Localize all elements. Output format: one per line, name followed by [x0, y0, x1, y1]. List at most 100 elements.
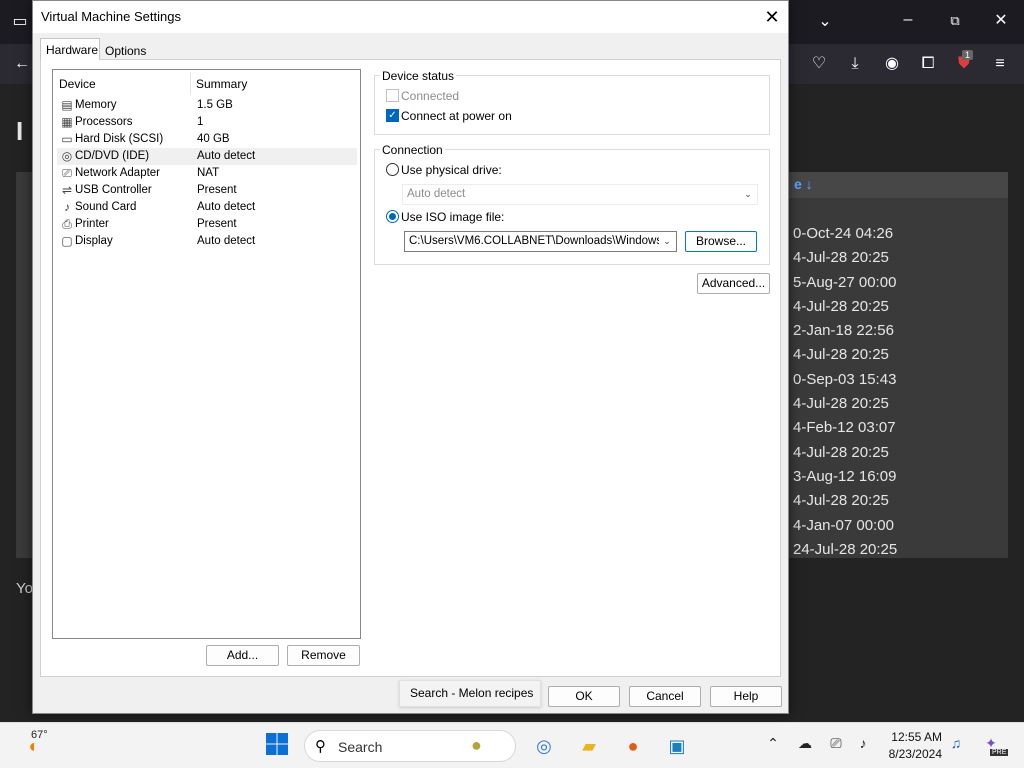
pocket-icon[interactable]: ♡ [808, 54, 830, 74]
device-name: Network Adapter [75, 167, 161, 179]
device-summary: NAT [197, 167, 220, 179]
device-name: Display [75, 235, 113, 247]
device-row[interactable]: ▦ Processors 1 [57, 114, 357, 131]
vm-settings-dialog: Virtual Machine Settings ✕ Hardware Opti… [32, 0, 789, 714]
extensions-icon[interactable]: ⧠ [917, 54, 939, 74]
usb-icon: ⇌ [61, 183, 73, 197]
table-row-date: 0-Oct-24 04:26 [793, 225, 894, 242]
file-table-header[interactable] [789, 172, 1008, 198]
device-name: USB Controller [75, 184, 152, 196]
remove-device-button[interactable]: Remove [287, 645, 360, 666]
physical-drive-value: Auto detect [407, 188, 466, 200]
sort-column-header[interactable]: e ↓ [794, 176, 813, 192]
table-row-date: 5-Aug-27 00:00 [793, 273, 897, 291]
notification-bell-icon[interactable]: ♫ [946, 735, 966, 751]
device-row[interactable]: ⎙ Printer Present [57, 216, 357, 233]
table-row-date: 4-Jul-28 20:25 [793, 492, 889, 510]
search-icon: ⚲ [315, 738, 326, 755]
table-row-date: 4-Jul-28 20:25 [793, 249, 889, 267]
file-explorer-icon[interactable]: ▰ [575, 732, 603, 760]
device-summary: 1.5 GB [197, 99, 233, 111]
device-list[interactable]: Device Summary ▤ Memory 1.5 GB ▦ Processors 1… [52, 69, 361, 639]
column-header-summary[interactable]: Summary [196, 77, 247, 91]
minimize-icon[interactable]: – [897, 10, 919, 30]
search-placeholder: Search [338, 739, 383, 755]
onedrive-icon[interactable]: ☁ [795, 735, 815, 752]
weather-temperature: 67° [31, 729, 48, 741]
iso-path-combobox[interactable]: C:\Users\VM6.COLLABNET\Downloads\Windows… [404, 231, 677, 252]
device-row[interactable]: ▭ Hard Disk (SCSI) 40 GB [57, 131, 357, 148]
table-row-date: 4-Jan-07 00:00 [793, 516, 894, 534]
device-name: Memory [75, 99, 117, 111]
device-summary: 40 GB [197, 133, 230, 145]
dialog-titlebar: Virtual Machine Settings ✕ [33, 1, 788, 33]
processor-icon: ▦ [61, 115, 73, 129]
firefox-icon[interactable]: ● [619, 732, 647, 760]
clock-date[interactable]: 8/23/2024 [884, 747, 942, 761]
connect-at-power-on-checkbox[interactable]: ✓ [386, 109, 399, 122]
show-hidden-icons-icon[interactable]: ⌃ [763, 735, 783, 752]
advanced-button[interactable]: Advanced... [697, 273, 770, 294]
table-row-date: 2-Jan-18 22:56 [793, 322, 894, 340]
device-row[interactable]: ♪ Sound Card Auto detect [57, 199, 357, 216]
physical-drive-select[interactable]: Auto detect ⌄ [402, 184, 758, 205]
device-name: Printer [75, 218, 109, 230]
downloads-icon[interactable]: ⤓ [844, 54, 866, 74]
device-name: CD/DVD (IDE) [75, 150, 150, 162]
volume-icon[interactable]: ♪ [853, 735, 873, 751]
device-summary: Present [197, 184, 237, 196]
page-heading-fragment: I [16, 116, 24, 146]
device-row[interactable]: ⎚ Network Adapter NAT [57, 165, 357, 182]
tab-options[interactable]: Options [101, 41, 150, 61]
column-divider[interactable] [190, 72, 191, 94]
back-icon[interactable]: ← [11, 54, 33, 74]
device-row[interactable]: ▤ Memory 1.5 GB [57, 97, 357, 114]
help-button[interactable]: Help [710, 686, 782, 707]
device-summary: 1 [197, 116, 204, 128]
chevron-down-icon[interactable]: ⌄ [661, 232, 673, 251]
chrome-icon[interactable]: ◎ [530, 732, 558, 760]
use-physical-drive-label: Use physical drive: [401, 163, 502, 177]
clock-time[interactable]: 12:55 AM [890, 730, 942, 744]
cd-dvd-icon: ◎ [61, 149, 73, 163]
table-row-date: 0-Sep-03 15:43 [793, 370, 897, 388]
dialog-title: Virtual Machine Settings [41, 9, 181, 24]
printer-icon: ⎙ [62, 217, 72, 231]
extension-badge: 1 [962, 50, 974, 60]
close-browser-icon[interactable]: ✕ [990, 11, 1012, 31]
table-row-date: 4-Jul-28 20:25 [793, 297, 889, 315]
start-icon[interactable] [263, 732, 291, 760]
vmware-icon[interactable]: ▣ [663, 732, 691, 760]
network-icon[interactable]: ⎚ [826, 735, 846, 752]
device-row[interactable]: ⇌ USB Controller Present [57, 182, 357, 199]
network-adapter-icon: ⎚ [62, 166, 72, 180]
tab-overview-icon[interactable]: ▭ [9, 12, 31, 32]
use-physical-drive-radio[interactable] [386, 163, 399, 176]
add-device-button[interactable]: Add... [206, 645, 279, 666]
device-name: Sound Card [75, 201, 137, 213]
date-column: 0-Oct-24 04:26 4-Jul-28 20:25 5-Aug-27 00:… [789, 222, 1008, 562]
ok-button[interactable]: OK [548, 686, 620, 707]
cancel-button[interactable]: Cancel [629, 686, 701, 707]
table-row-date: 24-Jul-28 20:25 [793, 540, 898, 558]
device-summary: Auto detect [197, 235, 256, 247]
account-icon[interactable]: ◉ [881, 54, 903, 74]
display-icon: ▢ [61, 234, 73, 248]
column-header-device[interactable]: Device [59, 77, 96, 91]
restore-icon[interactable]: ⧉ [944, 11, 966, 31]
list-all-tabs-icon[interactable]: ⌄ [814, 12, 836, 32]
table-row-date: 4-Feb-12 03:07 [793, 419, 896, 437]
connected-checkbox[interactable] [386, 89, 399, 102]
device-row[interactable]: ◎ CD/DVD (IDE) Auto detect [57, 148, 357, 165]
use-iso-image-radio[interactable] [386, 210, 399, 223]
chevron-down-icon: ⌄ [742, 185, 754, 204]
tab-hardware[interactable]: Hardware [40, 38, 100, 60]
device-status-label: Device status [380, 69, 457, 83]
taskbar-search-box[interactable]: ⚲ Search ● [304, 730, 516, 762]
browse-button[interactable]: Browse... [685, 231, 757, 252]
close-icon[interactable]: ✕ [756, 1, 788, 33]
connected-label: Connected [401, 89, 460, 103]
device-row[interactable]: ▢ Display Auto detect [57, 233, 357, 250]
menu-icon[interactable]: ≡ [989, 54, 1011, 74]
hard-disk-icon: ▭ [61, 132, 73, 146]
